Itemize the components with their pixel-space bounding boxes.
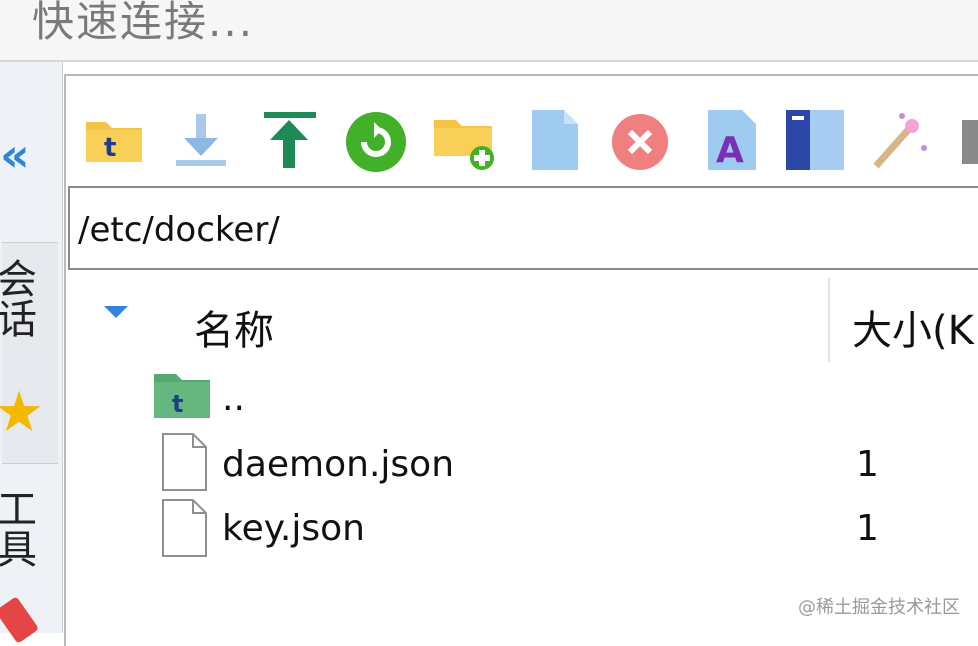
delete-button[interactable] xyxy=(608,108,672,172)
folder-up-icon: t xyxy=(86,122,142,163)
split-view-icon xyxy=(786,110,844,170)
parent-folder-button[interactable]: t xyxy=(82,108,146,172)
magic-button[interactable] xyxy=(868,108,932,172)
svg-text:A: A xyxy=(716,130,744,171)
svg-text:t: t xyxy=(104,133,116,163)
upload-icon xyxy=(264,112,316,168)
column-header-name[interactable]: 名称 xyxy=(194,298,274,356)
toolbar-overflow-icon xyxy=(962,120,978,164)
download-button[interactable] xyxy=(170,108,234,172)
more-toolbar-button[interactable] xyxy=(960,108,978,172)
path-input[interactable]: /etc/docker/ xyxy=(68,186,978,270)
table-row-name[interactable]: key.json xyxy=(222,508,365,549)
column-divider[interactable] xyxy=(828,278,830,362)
rename-button[interactable]: A xyxy=(702,108,766,172)
split-view-button[interactable] xyxy=(784,108,848,172)
refresh-button[interactable] xyxy=(344,108,408,172)
table-row-name[interactable]: daemon.json xyxy=(222,444,454,485)
quick-connect-bar[interactable]: 快速连接... xyxy=(0,0,978,62)
quick-connect-input[interactable]: 快速连接... xyxy=(32,0,254,49)
table-row-size: 1 xyxy=(856,508,879,549)
file-icon xyxy=(160,498,208,558)
table-row-name[interactable]: .. xyxy=(222,378,245,419)
star-icon: ★ xyxy=(0,380,45,445)
new-file-icon xyxy=(532,110,578,170)
upload-button[interactable] xyxy=(258,108,322,172)
new-folder-icon xyxy=(434,120,494,170)
column-header-size[interactable]: 大小(K xyxy=(852,298,974,356)
rename-icon: A xyxy=(708,110,756,171)
parent-folder-icon: t xyxy=(154,370,212,420)
refresh-icon xyxy=(346,112,406,172)
svg-text:t: t xyxy=(172,390,183,418)
collapse-sidebar-icon[interactable]: « xyxy=(0,128,30,182)
sidebar-tab-tools-label[interactable]: 工具 xyxy=(0,488,42,568)
new-folder-button[interactable] xyxy=(432,108,496,172)
file-icon xyxy=(160,432,208,492)
sftp-toolbar: t A xyxy=(82,104,978,180)
current-path[interactable]: /etc/docker/ xyxy=(78,210,280,250)
sort-descending-icon[interactable] xyxy=(104,306,128,318)
watermark: @稀土掘金技术社区 xyxy=(798,597,960,618)
new-file-button[interactable] xyxy=(524,108,588,172)
download-icon xyxy=(176,114,226,166)
delete-icon xyxy=(612,114,668,170)
sidebar-tab-sessions-label[interactable]: 会话 xyxy=(0,258,42,338)
table-row-size: 1 xyxy=(856,444,879,485)
magic-wand-icon xyxy=(873,113,927,169)
